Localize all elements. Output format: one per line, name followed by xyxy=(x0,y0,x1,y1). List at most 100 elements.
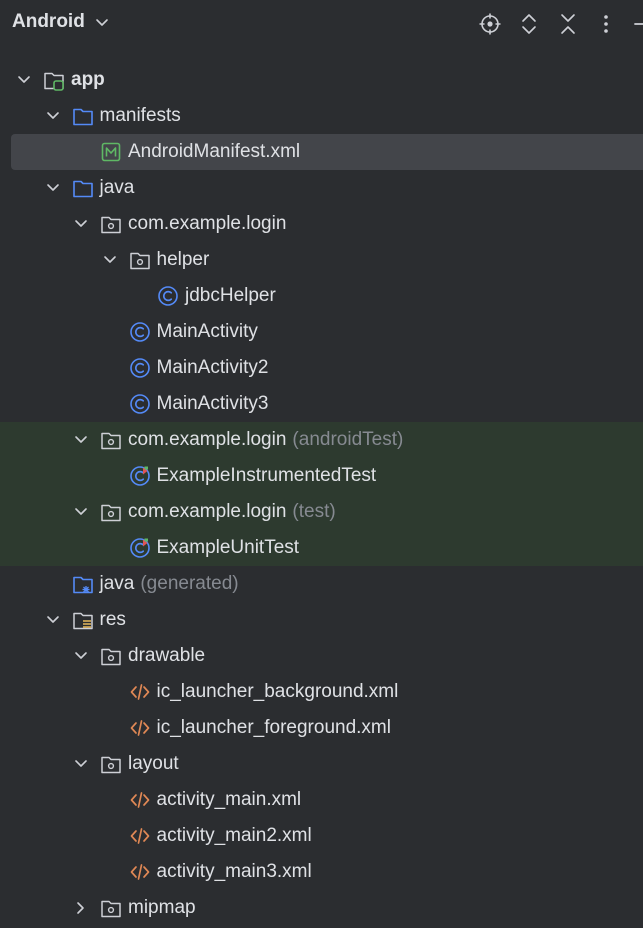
project-view-header: Android xyxy=(0,0,643,48)
tree-item-label: layout xyxy=(128,753,179,775)
tree-item-name: helper xyxy=(156,249,210,270)
xml-file-icon xyxy=(130,828,149,844)
tree-row[interactable]: java xyxy=(0,170,643,206)
tree-item-name: MainActivity3 xyxy=(156,393,269,414)
tree-item-name: java xyxy=(99,177,135,198)
xml-file-icon xyxy=(130,792,149,808)
tree-item-name: activity_main3.xml xyxy=(156,861,312,882)
class-icon xyxy=(158,286,178,306)
tree-item-label: manifests xyxy=(100,105,181,127)
chevron-down-icon[interactable] xyxy=(46,109,60,123)
project-tree: app manifests AndroidManifest.xml java com.e… xyxy=(0,62,643,926)
tree-item-name: java xyxy=(99,573,135,594)
tree-item-name: MainActivity xyxy=(156,321,258,342)
resource-folder-icon xyxy=(72,612,93,630)
tree-item-label: AndroidManifest.xml xyxy=(128,141,300,163)
tree-row[interactable]: MainActivity xyxy=(0,314,643,350)
tree-item-label: java (generated) xyxy=(100,573,239,595)
chevron-down-icon[interactable] xyxy=(74,217,88,231)
tree-item-name: mipmap xyxy=(128,897,196,918)
tree-item-name: drawable xyxy=(128,645,206,666)
tree-item-label: ExampleInstrumentedTest xyxy=(157,465,377,487)
tree-item-label: mipmap xyxy=(128,897,196,919)
tree-row[interactable]: layout xyxy=(0,746,643,782)
chevron-down-icon[interactable] xyxy=(95,16,109,30)
tree-row[interactable]: ic_launcher_foreground.xml xyxy=(0,710,643,746)
chevron-down-icon[interactable] xyxy=(46,181,60,195)
tree-item-name: com.example.login xyxy=(128,213,287,234)
tree-item-name: app xyxy=(71,69,105,90)
tree-row[interactable]: helper xyxy=(0,242,643,278)
package-icon xyxy=(101,648,121,666)
chevron-down-icon[interactable] xyxy=(17,73,31,87)
tree-item-source-set: (test) xyxy=(292,501,336,522)
package-icon xyxy=(101,504,121,522)
tree-row[interactable]: manifests xyxy=(0,98,643,134)
chevron-down-icon[interactable] xyxy=(74,649,88,663)
tree-row[interactable]: drawable xyxy=(0,638,643,674)
tree-item-label: com.example.login (androidTest) xyxy=(128,429,403,451)
locate-icon[interactable] xyxy=(478,12,502,36)
hide-icon[interactable] xyxy=(630,12,643,36)
tree-item-name: layout xyxy=(128,753,179,774)
class-icon xyxy=(129,394,150,414)
tree-row[interactable]: MainActivity2 xyxy=(0,350,643,386)
xml-file-icon xyxy=(130,720,149,736)
tree-item-label: ExampleUnitTest xyxy=(157,537,300,559)
generated-folder-icon xyxy=(72,576,93,594)
collapse-all-icon[interactable] xyxy=(556,12,580,36)
tree-item-name: ExampleInstrumentedTest xyxy=(156,465,377,486)
folder-icon xyxy=(72,180,93,198)
tree-row[interactable]: ic_launcher_background.xml xyxy=(0,674,643,710)
more-icon[interactable] xyxy=(594,12,618,36)
chevron-down-icon[interactable] xyxy=(74,505,88,519)
tree-row[interactable]: ExampleInstrumentedTest xyxy=(0,458,643,494)
tree-row[interactable]: activity_main3.xml xyxy=(0,854,643,890)
tree-item-label: drawable xyxy=(128,645,205,667)
tree-item-label: ic_launcher_foreground.xml xyxy=(157,717,391,739)
class-icon xyxy=(129,322,150,342)
chevron-right-icon[interactable] xyxy=(74,901,88,915)
expand-all-icon[interactable] xyxy=(517,12,541,36)
tree-item-name: ExampleUnitTest xyxy=(156,537,300,558)
chevron-down-icon[interactable] xyxy=(74,757,88,771)
chevron-down-icon[interactable] xyxy=(74,433,88,447)
tree-item-label: activity_main.xml xyxy=(157,789,302,811)
tree-row[interactable]: mipmap xyxy=(0,890,643,926)
package-icon xyxy=(101,216,121,234)
module-icon xyxy=(44,72,64,91)
package-icon xyxy=(101,900,121,918)
class-icon xyxy=(129,358,150,378)
view-selector[interactable]: Android xyxy=(12,11,85,33)
tree-row[interactable]: activity_main.xml xyxy=(0,782,643,818)
tree-row[interactable]: com.example.login xyxy=(0,206,643,242)
tree-row[interactable]: java (generated) xyxy=(0,566,643,602)
tree-row[interactable]: app xyxy=(0,62,643,98)
tree-item-label: jdbcHelper xyxy=(185,285,276,307)
tree-row[interactable]: com.example.login (androidTest) xyxy=(0,422,643,458)
tree-row[interactable]: ExampleUnitTest xyxy=(0,530,643,566)
tree-item-label: activity_main3.xml xyxy=(157,861,312,883)
folder-icon xyxy=(72,108,93,126)
package-icon xyxy=(101,756,121,774)
test-class-icon xyxy=(129,466,150,486)
tree-item-label: activity_main2.xml xyxy=(157,825,312,847)
tree-item-name: ic_launcher_foreground.xml xyxy=(156,717,391,738)
tree-row[interactable]: res xyxy=(0,602,643,638)
tree-row[interactable]: activity_main2.xml xyxy=(0,818,643,854)
tree-item-name: activity_main.xml xyxy=(156,789,302,810)
manifest-file-icon xyxy=(101,142,121,162)
tree-row[interactable]: jdbcHelper xyxy=(0,278,643,314)
tree-item-label: MainActivity3 xyxy=(157,393,269,415)
chevron-down-icon[interactable] xyxy=(103,253,117,267)
tree-item-name: activity_main2.xml xyxy=(156,825,312,846)
tree-item-source-set: (generated) xyxy=(140,573,239,594)
tree-row[interactable]: com.example.login (test) xyxy=(0,494,643,530)
chevron-down-icon[interactable] xyxy=(46,613,60,627)
tree-item-label: com.example.login xyxy=(128,213,286,235)
tree-item-name: manifests xyxy=(99,105,181,126)
test-class-icon xyxy=(129,538,150,558)
tree-item-name: com.example.login xyxy=(128,501,287,522)
tree-row[interactable]: MainActivity3 xyxy=(0,386,643,422)
tree-row[interactable]: AndroidManifest.xml xyxy=(11,134,643,170)
